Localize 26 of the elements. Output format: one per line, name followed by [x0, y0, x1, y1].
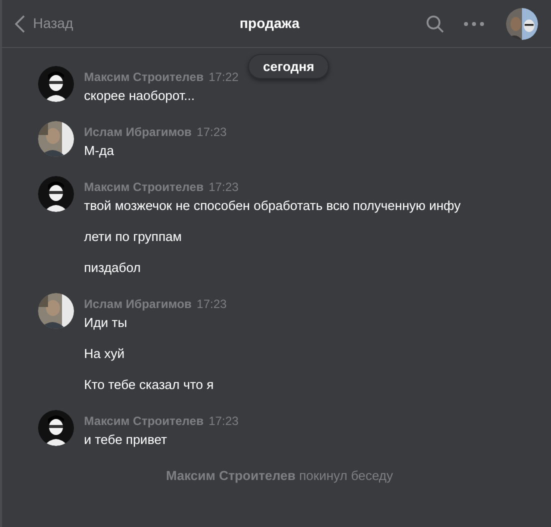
date-label: сегодня: [248, 54, 330, 79]
message-text: Иди ты: [84, 314, 128, 331]
system-message: Максим Строителев покинул беседу: [164, 467, 394, 485]
author-name[interactable]: Ислам Ибрагимов: [84, 123, 192, 141]
more-icon[interactable]: [464, 22, 484, 26]
message-text: лети по группам: [84, 228, 183, 245]
message-text: пиздабол: [84, 259, 142, 276]
message-text: На хуй: [84, 345, 126, 362]
message-text: твой мозжечок не способен обработать всю полученную инфу: [84, 197, 461, 214]
message-time: 17:23: [196, 124, 227, 141]
search-icon[interactable]: [426, 14, 444, 32]
message-time: 17:23: [208, 179, 239, 196]
message-time: 17:23: [196, 296, 227, 313]
message-text: скорее наоборот...: [84, 87, 196, 104]
message-text: Кто тебе сказал что я: [84, 376, 215, 393]
author-name[interactable]: Максим Строителев: [84, 68, 204, 86]
chat-title: продажа: [238, 14, 301, 33]
message-time: 17:23: [208, 413, 239, 430]
message-text: и тебе привет: [84, 431, 168, 448]
author-name[interactable]: Ислам Ибрагимов: [84, 295, 192, 313]
back-icon: [15, 14, 25, 32]
author-name[interactable]: Максим Строителев: [84, 178, 204, 196]
back-button[interactable]: Назад: [2, 0, 74, 47]
author-name[interactable]: Максим Строителев: [84, 412, 204, 430]
message-text: М-да: [84, 142, 115, 159]
message-time: 17:22: [208, 69, 239, 86]
